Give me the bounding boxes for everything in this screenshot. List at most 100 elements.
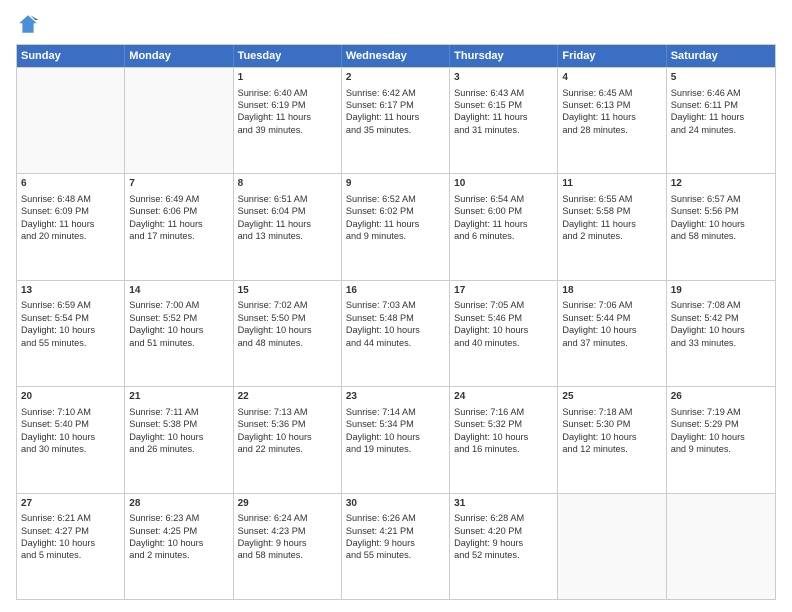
day-number: 16 xyxy=(346,284,445,298)
day-cell-29: 29Sunrise: 6:24 AMSunset: 4:23 PMDayligh… xyxy=(234,494,342,599)
day-info-line: Sunset: 4:20 PM xyxy=(454,525,553,537)
day-info-line: and 31 minutes. xyxy=(454,124,553,136)
empty-cell xyxy=(17,68,125,173)
day-cell-16: 16Sunrise: 7:03 AMSunset: 5:48 PMDayligh… xyxy=(342,281,450,386)
day-info-line: Daylight: 10 hours xyxy=(562,324,661,336)
day-cell-7: 7Sunrise: 6:49 AMSunset: 6:06 PMDaylight… xyxy=(125,174,233,279)
day-info-line: Sunset: 5:50 PM xyxy=(238,312,337,324)
day-number: 12 xyxy=(671,177,771,191)
day-info-line: Sunset: 5:38 PM xyxy=(129,418,228,430)
day-info-line: and 33 minutes. xyxy=(671,337,771,349)
day-info-line: Daylight: 10 hours xyxy=(129,324,228,336)
day-info-line: Sunrise: 6:57 AM xyxy=(671,193,771,205)
day-info-line: and 9 minutes. xyxy=(346,230,445,242)
day-number: 24 xyxy=(454,390,553,404)
day-info-line: Sunrise: 6:21 AM xyxy=(21,512,120,524)
day-info-line: Sunrise: 7:13 AM xyxy=(238,406,337,418)
day-info-line: and 17 minutes. xyxy=(129,230,228,242)
day-info-line: and 51 minutes. xyxy=(129,337,228,349)
day-info-line: Daylight: 11 hours xyxy=(346,111,445,123)
day-number: 8 xyxy=(238,177,337,191)
day-number: 3 xyxy=(454,71,553,85)
day-info-line: Sunrise: 7:00 AM xyxy=(129,299,228,311)
day-number: 25 xyxy=(562,390,661,404)
day-info-line: and 58 minutes. xyxy=(238,549,337,561)
day-info-line: Sunrise: 7:03 AM xyxy=(346,299,445,311)
day-info-line: Sunset: 6:11 PM xyxy=(671,99,771,111)
day-info-line: Daylight: 10 hours xyxy=(671,218,771,230)
day-number: 17 xyxy=(454,284,553,298)
day-info-line: Daylight: 11 hours xyxy=(562,111,661,123)
day-info-line: Sunset: 5:58 PM xyxy=(562,205,661,217)
day-info-line: and 12 minutes. xyxy=(562,443,661,455)
calendar-header: SundayMondayTuesdayWednesdayThursdayFrid… xyxy=(17,45,775,67)
day-info-line: and 39 minutes. xyxy=(238,124,337,136)
day-info-line: Sunset: 4:25 PM xyxy=(129,525,228,537)
day-info-line: Sunrise: 6:54 AM xyxy=(454,193,553,205)
day-number: 28 xyxy=(129,497,228,511)
day-info-line: and 35 minutes. xyxy=(346,124,445,136)
day-info-line: Daylight: 11 hours xyxy=(21,218,120,230)
day-info-line: and 13 minutes. xyxy=(238,230,337,242)
calendar-row-5: 27Sunrise: 6:21 AMSunset: 4:27 PMDayligh… xyxy=(17,493,775,599)
day-info-line: and 37 minutes. xyxy=(562,337,661,349)
day-info-line: Sunrise: 6:42 AM xyxy=(346,87,445,99)
day-cell-19: 19Sunrise: 7:08 AMSunset: 5:42 PMDayligh… xyxy=(667,281,775,386)
day-info-line: and 19 minutes. xyxy=(346,443,445,455)
day-number: 23 xyxy=(346,390,445,404)
day-number: 4 xyxy=(562,71,661,85)
day-info-line: and 16 minutes. xyxy=(454,443,553,455)
day-info-line: Sunrise: 6:23 AM xyxy=(129,512,228,524)
day-info-line: Sunset: 6:13 PM xyxy=(562,99,661,111)
day-cell-8: 8Sunrise: 6:51 AMSunset: 6:04 PMDaylight… xyxy=(234,174,342,279)
day-cell-30: 30Sunrise: 6:26 AMSunset: 4:21 PMDayligh… xyxy=(342,494,450,599)
day-info-line: Daylight: 10 hours xyxy=(238,431,337,443)
day-cell-17: 17Sunrise: 7:05 AMSunset: 5:46 PMDayligh… xyxy=(450,281,558,386)
day-cell-18: 18Sunrise: 7:06 AMSunset: 5:44 PMDayligh… xyxy=(558,281,666,386)
day-info-line: Daylight: 9 hours xyxy=(346,537,445,549)
day-info-line: Daylight: 11 hours xyxy=(671,111,771,123)
day-cell-25: 25Sunrise: 7:18 AMSunset: 5:30 PMDayligh… xyxy=(558,387,666,492)
day-cell-20: 20Sunrise: 7:10 AMSunset: 5:40 PMDayligh… xyxy=(17,387,125,492)
day-cell-12: 12Sunrise: 6:57 AMSunset: 5:56 PMDayligh… xyxy=(667,174,775,279)
day-cell-28: 28Sunrise: 6:23 AMSunset: 4:25 PMDayligh… xyxy=(125,494,233,599)
day-info-line: Daylight: 10 hours xyxy=(671,431,771,443)
day-cell-22: 22Sunrise: 7:13 AMSunset: 5:36 PMDayligh… xyxy=(234,387,342,492)
day-info-line: Sunrise: 6:55 AM xyxy=(562,193,661,205)
day-info-line: Daylight: 11 hours xyxy=(562,218,661,230)
day-cell-24: 24Sunrise: 7:16 AMSunset: 5:32 PMDayligh… xyxy=(450,387,558,492)
day-number: 30 xyxy=(346,497,445,511)
day-info-line: Sunset: 4:23 PM xyxy=(238,525,337,537)
day-number: 31 xyxy=(454,497,553,511)
day-info-line: Daylight: 10 hours xyxy=(238,324,337,336)
day-info-line: Sunset: 5:48 PM xyxy=(346,312,445,324)
day-number: 2 xyxy=(346,71,445,85)
day-info-line: Sunrise: 6:52 AM xyxy=(346,193,445,205)
day-info-line: Sunrise: 6:48 AM xyxy=(21,193,120,205)
day-info-line: Daylight: 9 hours xyxy=(454,537,553,549)
day-number: 19 xyxy=(671,284,771,298)
day-info-line: Sunrise: 7:02 AM xyxy=(238,299,337,311)
day-cell-21: 21Sunrise: 7:11 AMSunset: 5:38 PMDayligh… xyxy=(125,387,233,492)
day-info-line: and 22 minutes. xyxy=(238,443,337,455)
day-cell-15: 15Sunrise: 7:02 AMSunset: 5:50 PMDayligh… xyxy=(234,281,342,386)
day-number: 1 xyxy=(238,71,337,85)
day-info-line: Daylight: 10 hours xyxy=(454,431,553,443)
day-info-line: Daylight: 11 hours xyxy=(346,218,445,230)
calendar: SundayMondayTuesdayWednesdayThursdayFrid… xyxy=(16,44,776,600)
day-info-line: Sunset: 6:04 PM xyxy=(238,205,337,217)
day-info-line: and 55 minutes. xyxy=(21,337,120,349)
day-number: 21 xyxy=(129,390,228,404)
day-cell-5: 5Sunrise: 6:46 AMSunset: 6:11 PMDaylight… xyxy=(667,68,775,173)
day-info-line: Daylight: 10 hours xyxy=(346,324,445,336)
day-info-line: and 28 minutes. xyxy=(562,124,661,136)
day-info-line: Sunrise: 6:51 AM xyxy=(238,193,337,205)
day-number: 10 xyxy=(454,177,553,191)
day-cell-1: 1Sunrise: 6:40 AMSunset: 6:19 PMDaylight… xyxy=(234,68,342,173)
day-info-line: Sunset: 5:34 PM xyxy=(346,418,445,430)
day-info-line: Sunrise: 6:26 AM xyxy=(346,512,445,524)
day-cell-9: 9Sunrise: 6:52 AMSunset: 6:02 PMDaylight… xyxy=(342,174,450,279)
day-cell-23: 23Sunrise: 7:14 AMSunset: 5:34 PMDayligh… xyxy=(342,387,450,492)
day-info-line: Sunset: 5:42 PM xyxy=(671,312,771,324)
day-info-line: and 2 minutes. xyxy=(562,230,661,242)
